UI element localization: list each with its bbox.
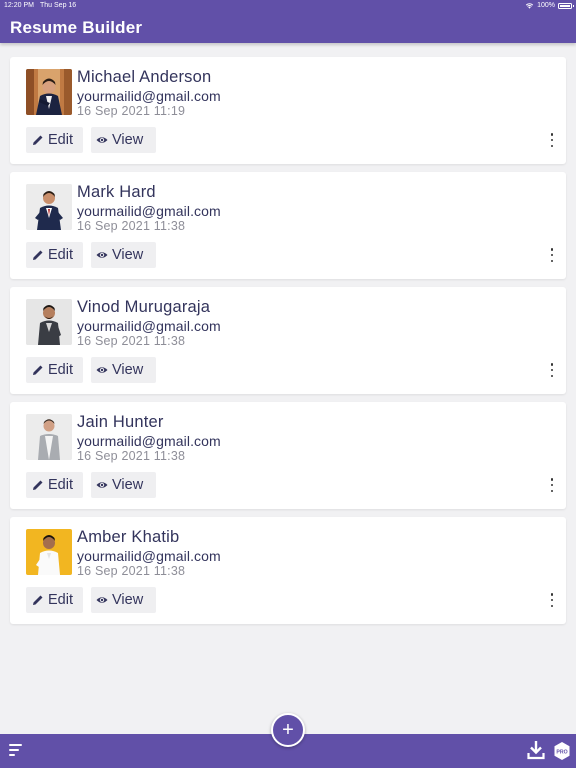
- pencil-icon: [32, 594, 44, 606]
- view-label: View: [112, 592, 144, 608]
- edit-label: Edit: [48, 592, 73, 608]
- add-resume-button[interactable]: +: [271, 713, 305, 747]
- resume-email: yourmailid@gmail.com: [77, 203, 221, 219]
- pencil-icon: [32, 249, 44, 261]
- view-button[interactable]: View: [91, 472, 156, 498]
- resume-card[interactable]: Vinod Murugaraja yourmailid@gmail.com 16…: [10, 287, 566, 394]
- resume-name: Jain Hunter: [77, 413, 164, 431]
- resume-name: Amber Khatib: [77, 528, 180, 546]
- view-button[interactable]: View: [91, 357, 156, 383]
- eye-icon: [96, 134, 108, 146]
- battery-icon: [558, 2, 574, 9]
- resume-email: yourmailid@gmail.com: [77, 548, 221, 564]
- resume-name: Michael Anderson: [77, 68, 212, 86]
- resume-email: yourmailid@gmail.com: [77, 318, 221, 334]
- edit-label: Edit: [48, 132, 73, 148]
- pencil-icon: [32, 134, 44, 146]
- view-button[interactable]: View: [91, 127, 156, 153]
- add-icon: +: [282, 719, 294, 741]
- sort-menu-icon[interactable]: [9, 744, 23, 756]
- edit-label: Edit: [48, 247, 73, 263]
- page-title: Resume Builder: [10, 18, 143, 37]
- eye-icon: [96, 479, 108, 491]
- status-time: 12:20 PM: [4, 2, 34, 9]
- edit-button[interactable]: Edit: [26, 357, 83, 383]
- more-vertical-icon[interactable]: [548, 593, 556, 607]
- status-right: 100%: [525, 2, 574, 9]
- resume-email: yourmailid@gmail.com: [77, 88, 221, 104]
- status-bar: 12:20 PM Thu Sep 16 100%: [0, 0, 576, 12]
- edit-button[interactable]: Edit: [26, 587, 83, 613]
- view-label: View: [112, 477, 144, 493]
- resume-card[interactable]: Amber Khatib yourmailid@gmail.com 16 Sep…: [10, 517, 566, 624]
- view-label: View: [112, 247, 144, 263]
- eye-icon: [96, 594, 108, 606]
- wifi-icon: [525, 3, 534, 9]
- view-button[interactable]: View: [91, 587, 156, 613]
- eye-icon: [96, 364, 108, 376]
- resume-card[interactable]: Jain Hunter yourmailid@gmail.com 16 Sep …: [10, 402, 566, 509]
- avatar: [26, 299, 72, 345]
- avatar: [26, 184, 72, 230]
- battery-percent: 100%: [537, 2, 555, 9]
- view-button[interactable]: View: [91, 242, 156, 268]
- avatar: [26, 529, 72, 575]
- edit-label: Edit: [48, 477, 73, 493]
- pro-label: PRO: [556, 750, 567, 756]
- avatar: [26, 414, 72, 460]
- status-date: Thu Sep 16: [40, 2, 77, 9]
- avatar: [26, 69, 72, 115]
- more-vertical-icon[interactable]: [548, 478, 556, 492]
- view-label: View: [112, 132, 144, 148]
- resume-date: 16 Sep 2021 11:38: [77, 449, 186, 463]
- more-vertical-icon[interactable]: [548, 133, 556, 147]
- more-vertical-icon[interactable]: [548, 363, 556, 377]
- download-icon[interactable]: [527, 740, 545, 760]
- pro-badge-icon[interactable]: PRO: [553, 741, 571, 761]
- edit-button[interactable]: Edit: [26, 127, 83, 153]
- eye-icon: [96, 249, 108, 261]
- pencil-icon: [32, 479, 44, 491]
- resume-date: 16 Sep 2021 11:38: [77, 564, 186, 578]
- resume-name: Mark Hard: [77, 183, 156, 201]
- pencil-icon: [32, 364, 44, 376]
- edit-button[interactable]: Edit: [26, 472, 83, 498]
- more-vertical-icon[interactable]: [548, 248, 556, 262]
- edit-button[interactable]: Edit: [26, 242, 83, 268]
- resume-email: yourmailid@gmail.com: [77, 433, 221, 449]
- app-bar: 12:20 PM Thu Sep 16 100% Resume Builder: [0, 0, 576, 43]
- resume-date: 16 Sep 2021 11:38: [77, 334, 186, 348]
- view-label: View: [112, 362, 144, 378]
- edit-label: Edit: [48, 362, 73, 378]
- resume-card[interactable]: Mark Hard yourmailid@gmail.com 16 Sep 20…: [10, 172, 566, 279]
- resume-date: 16 Sep 2021 11:19: [77, 104, 186, 118]
- resume-name: Vinod Murugaraja: [77, 298, 211, 316]
- resume-card[interactable]: Michael Anderson yourmailid@gmail.com 16…: [10, 57, 566, 164]
- resume-date: 16 Sep 2021 11:38: [77, 219, 186, 233]
